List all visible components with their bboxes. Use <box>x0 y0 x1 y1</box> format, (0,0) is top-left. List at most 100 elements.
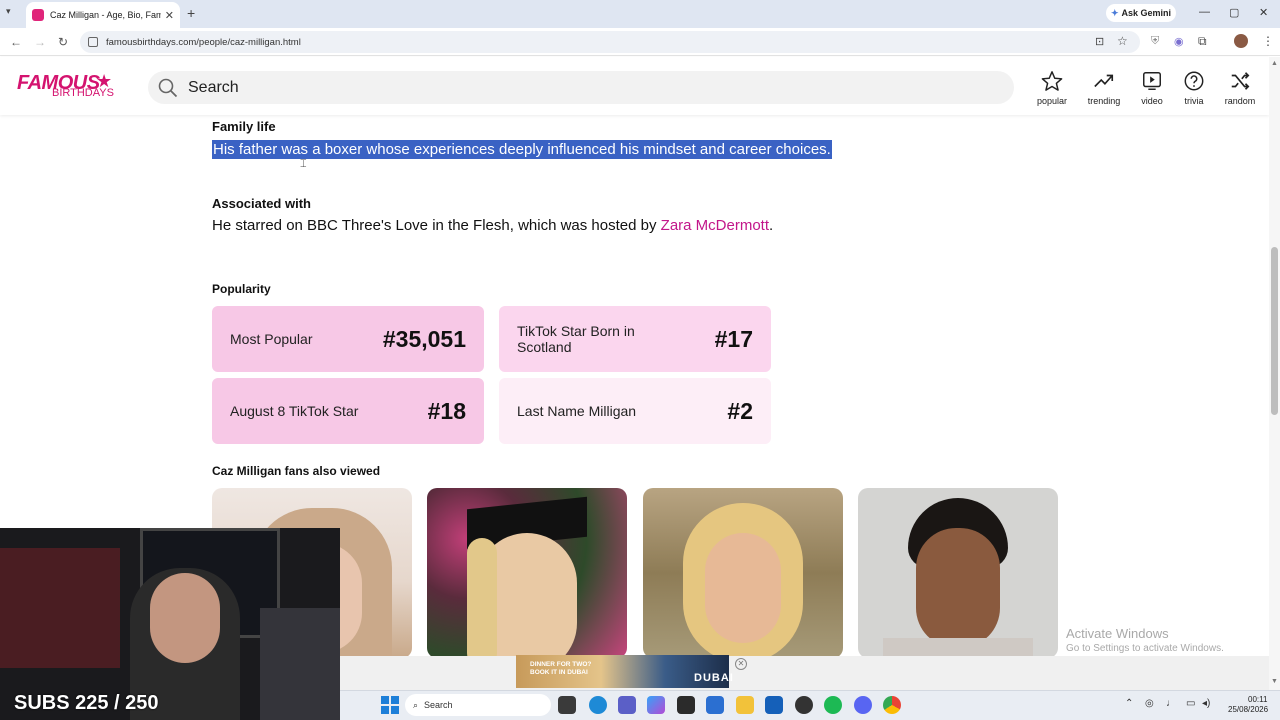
browser-menu-icon[interactable]: ⋮ <box>1262 34 1274 48</box>
tray-overflow-icon[interactable]: ⌃ <box>1125 698 1133 709</box>
nav-popular[interactable]: popular <box>1027 70 1077 106</box>
question-icon <box>1184 71 1204 91</box>
nav-trending[interactable]: trending <box>1079 70 1129 106</box>
forward-arrow-icon[interactable]: → <box>34 35 46 49</box>
scrollbar-thumb[interactable] <box>1271 247 1278 415</box>
ad-brand-text: DUBAI <box>694 672 734 684</box>
popularity-card-label: TikTok Star Born in Scotland <box>517 323 635 355</box>
spotify-icon[interactable] <box>824 696 842 714</box>
popularity-card-label: August 8 TikTok Star <box>230 403 359 419</box>
back-arrow-icon[interactable]: ← <box>10 35 22 49</box>
gamebar-icon[interactable] <box>677 696 695 714</box>
trending-icon <box>1094 74 1114 88</box>
scroll-up-icon[interactable]: ▲ <box>1271 60 1278 67</box>
site-favicon-icon <box>32 9 44 21</box>
star-icon <box>1041 71 1063 91</box>
popularity-card-birthplace[interactable]: TikTok Star Born in Scotland #17 <box>499 306 771 372</box>
popularity-card-rank: #2 <box>727 397 753 424</box>
search-icon: ⌕ <box>413 699 419 710</box>
site-search-box[interactable] <box>148 71 1014 104</box>
app-icon[interactable] <box>795 696 813 714</box>
ask-gemini-button[interactable]: ✦ Ask Gemini <box>1106 4 1176 22</box>
popularity-card-last-name[interactable]: Last Name Milligan #2 <box>499 378 771 444</box>
extensions-puzzle-icon[interactable]: ⧉ <box>1198 34 1207 49</box>
new-tab-button[interactable]: + <box>187 5 195 21</box>
store-icon[interactable] <box>765 696 783 714</box>
install-app-icon[interactable]: ⊡ <box>1095 35 1104 48</box>
taskbar-clock-date[interactable]: 25/08/2026 <box>1228 705 1268 714</box>
associated-text-after: . <box>769 217 774 234</box>
maximize-window-button[interactable]: ▢ <box>1229 6 1239 19</box>
popularity-heading: Popularity <box>212 282 271 296</box>
ad-text: DINNER FOR TWO? BOOK IT IN DUBAI <box>530 661 592 676</box>
copilot-icon[interactable] <box>647 696 665 714</box>
outlook-icon[interactable] <box>706 696 724 714</box>
activate-windows-title: Activate Windows <box>1066 626 1169 641</box>
network-icon[interactable]: ▭ <box>1186 698 1195 709</box>
ad-banner-bar <box>340 656 1269 690</box>
profile-avatar[interactable] <box>1234 34 1248 48</box>
task-view-icon[interactable] <box>558 696 576 714</box>
popularity-card-most-popular[interactable]: Most Popular #35,051 <box>212 306 484 372</box>
popularity-card-label: Most Popular <box>230 331 313 347</box>
windows-start-icon[interactable] <box>381 696 399 714</box>
popularity-card-birthday[interactable]: August 8 TikTok Star #18 <box>212 378 484 444</box>
nav-random[interactable]: random <box>1215 70 1265 106</box>
reload-icon[interactable]: ↻ <box>58 35 68 49</box>
gemini-sparkle-icon: ✦ <box>1110 7 1119 18</box>
shield-extension-icon[interactable]: ⛨ <box>1151 35 1159 48</box>
activate-windows-subtitle: Go to Settings to activate Windows. <box>1066 643 1224 654</box>
close-window-button[interactable]: ✕ <box>1259 6 1268 19</box>
popularity-card-rank: #18 <box>427 397 466 424</box>
nav-popular-label: popular <box>1036 96 1068 106</box>
fans-also-viewed-heading: Caz Milligan fans also viewed <box>212 464 381 478</box>
minimize-window-button[interactable]: — <box>1199 6 1210 18</box>
microphone-icon[interactable]: ♩ <box>1166 698 1176 709</box>
nav-trending-label: trending <box>1087 96 1121 106</box>
nav-video-label: video <box>1141 96 1163 106</box>
popularity-card-rank: #17 <box>714 325 753 352</box>
taskbar-search-label: Search <box>424 700 453 710</box>
nav-trivia[interactable]: trivia <box>1169 70 1219 106</box>
family-life-heading: Family life <box>212 119 276 134</box>
related-profile-photo[interactable] <box>427 488 627 658</box>
security-tray-icon[interactable]: ◎ <box>1145 698 1154 709</box>
ad-close-button[interactable]: ✕ <box>735 658 747 670</box>
related-profile-photo[interactable] <box>858 488 1058 658</box>
nav-random-label: random <box>1224 96 1256 106</box>
selected-text: His father was a boxer whose experiences… <box>212 140 832 159</box>
text-cursor-icon: ⌶ <box>300 158 307 170</box>
edge-browser-icon[interactable] <box>589 696 607 714</box>
search-input[interactable] <box>188 78 888 97</box>
taskbar-clock-time[interactable]: 00:11 <box>1248 695 1267 704</box>
family-life-text: His father was a boxer whose experiences… <box>212 140 832 160</box>
discord-icon[interactable] <box>854 696 872 714</box>
tab-title: Caz Milligan - Age, Bio, Family | <box>50 10 161 20</box>
site-info-icon[interactable] <box>88 37 98 47</box>
video-icon <box>1143 72 1161 90</box>
site-logo-subtitle[interactable]: BIRTHDAYS <box>52 87 114 99</box>
teams-icon[interactable] <box>618 696 636 714</box>
taskbar-search-box[interactable]: ⌕ Search <box>405 694 551 716</box>
ask-gemini-label: Ask Gemini <box>1121 8 1172 18</box>
extension-icon[interactable]: ◉ <box>1174 35 1184 48</box>
browser-tab[interactable]: Caz Milligan - Age, Bio, Family | ✕ <box>26 2 180 28</box>
url-text: famousbirthdays.com/people/caz-milligan.… <box>106 36 301 48</box>
subscriber-counter: SUBS 225 / 250 <box>14 692 159 714</box>
scroll-down-icon[interactable]: ▼ <box>1271 678 1278 685</box>
address-bar[interactable]: famousbirthdays.com/people/caz-milligan.… <box>80 31 1140 53</box>
popularity-card-label: Last Name Milligan <box>517 403 637 419</box>
related-profile-photo[interactable] <box>643 488 843 658</box>
chrome-icon[interactable] <box>883 696 901 714</box>
associated-with-heading: Associated with <box>212 196 311 211</box>
associated-text-before: He starred on BBC Three's Love in the Fl… <box>212 217 661 234</box>
bookmark-star-icon[interactable]: ☆ <box>1117 34 1128 48</box>
volume-icon[interactable]: ◂) <box>1202 698 1210 709</box>
file-explorer-icon[interactable] <box>736 696 754 714</box>
tab-search-chevron-icon[interactable]: ▾ <box>6 6 11 17</box>
tab-close-icon[interactable]: ✕ <box>165 9 174 22</box>
shuffle-icon <box>1231 72 1250 90</box>
popularity-card-rank: #35,051 <box>382 325 466 352</box>
zara-mcdermott-link[interactable]: Zara McDermott <box>661 217 769 234</box>
associated-with-text: He starred on BBC Three's Love in the Fl… <box>212 217 773 234</box>
